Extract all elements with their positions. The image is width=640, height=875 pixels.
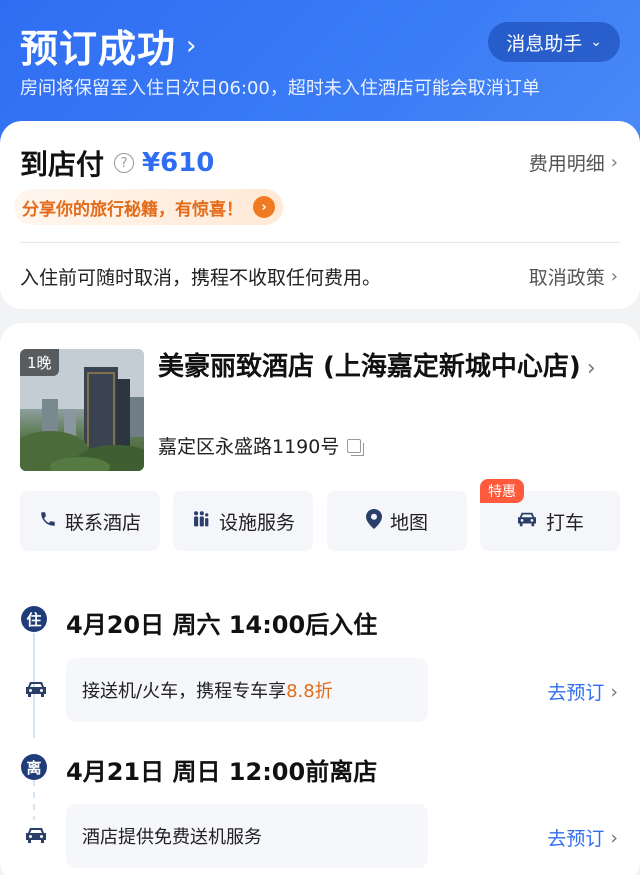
hotel-name: 美豪丽致酒店 (上海嘉定新城中心店) xyxy=(158,352,581,382)
hotel-image[interactable]: 1晚 xyxy=(20,349,144,471)
discount-highlight: 8.8折 xyxy=(286,681,333,702)
title-text: 预订成功 xyxy=(20,27,177,71)
share-banner[interactable]: 分享你的旅行秘籍，有惊喜！ › xyxy=(14,189,283,225)
chevron-right-icon: › xyxy=(610,266,618,287)
map-button[interactable]: 地图 xyxy=(327,491,467,551)
hotel-address[interactable]: 嘉定区永盛路1190号 xyxy=(158,432,365,459)
facility-icon xyxy=(191,510,211,533)
arrow-right-icon: › xyxy=(253,196,275,218)
hotel-name-link[interactable]: 美豪丽致酒店 (上海嘉定新城中心店) › xyxy=(158,348,598,388)
booking-success-title[interactable]: 预订成功 › xyxy=(20,18,197,73)
book-transfer-link[interactable]: 去预订 › xyxy=(547,678,618,705)
checkin-date: 4月20日 周六 14:00后入住 xyxy=(66,611,378,639)
address-text: 嘉定区永盛路1190号 xyxy=(158,436,340,458)
chevron-right-icon: › xyxy=(610,826,618,849)
taxi-button[interactable]: 特惠 打车 xyxy=(480,479,620,551)
checkin-marker: 住 xyxy=(21,606,47,632)
price: ¥610 xyxy=(142,148,215,178)
fee-details-link[interactable]: 费用明细 › xyxy=(529,149,618,176)
payment-summary: 到店付 ? ¥610 xyxy=(20,143,214,183)
map-pin-icon xyxy=(365,508,382,534)
payment-method: 到店付 xyxy=(20,148,105,181)
car-icon xyxy=(24,679,48,704)
copy-icon[interactable] xyxy=(347,438,365,456)
free-shuttle-info: 酒店提供免费送机服务 xyxy=(66,804,428,868)
facilities-button[interactable]: 设施服务 xyxy=(173,491,313,551)
book-shuttle-label: 去预订 xyxy=(547,828,605,850)
checkout-date: 4月21日 周日 12:00前离店 xyxy=(66,758,378,786)
map-label: 地图 xyxy=(389,511,428,534)
free-shuttle-text: 酒店提供免费送机服务 xyxy=(82,827,262,848)
special-offer-badge: 特惠 xyxy=(480,479,524,503)
chevron-right-icon: › xyxy=(610,680,618,703)
chevron-right-icon: › xyxy=(586,356,596,381)
message-assistant-button[interactable]: 消息助手 ⌄ xyxy=(488,22,620,62)
chevron-right-icon: › xyxy=(610,152,618,173)
payment-card: 到店付 ? ¥610 费用明细 › 分享你的旅行秘籍，有惊喜！ › 入住前可随时… xyxy=(0,121,640,309)
cancel-info: 入住前可随时取消，携程不收取任何费用。 xyxy=(20,267,382,289)
taxi-label: 打车 xyxy=(545,511,584,534)
book-shuttle-link[interactable]: 去预订 › xyxy=(547,824,618,851)
reservation-notice: 房间将保留至入住日次日06:00，超时未入住酒店可能会取消订单 xyxy=(20,78,540,99)
car-icon xyxy=(516,510,538,533)
help-icon[interactable]: ? xyxy=(114,153,135,173)
nights-badge: 1晚 xyxy=(20,349,59,376)
phone-icon xyxy=(39,510,57,533)
assistant-label: 消息助手 xyxy=(506,32,583,55)
book-transfer-label: 去预订 xyxy=(547,682,605,704)
divider xyxy=(20,242,620,243)
car-icon xyxy=(24,825,48,850)
chevron-down-icon: ⌄ xyxy=(590,34,602,50)
cancel-policy-link[interactable]: 取消政策 › xyxy=(529,263,618,290)
contact-hotel-button[interactable]: 联系酒店 xyxy=(20,491,160,551)
contact-hotel-label: 联系酒店 xyxy=(64,511,141,534)
checkout-marker: 离 xyxy=(21,754,47,780)
transfer-promo-text: 接送机/火车，携程专车享 xyxy=(82,681,287,702)
share-banner-text: 分享你的旅行秘籍，有惊喜！ xyxy=(22,199,243,220)
cancel-policy-label: 取消政策 xyxy=(528,267,605,289)
airport-transfer-promo: 接送机/火车，携程专车享 8.8折 xyxy=(66,658,428,722)
fee-details-label: 费用明细 xyxy=(528,153,605,175)
chevron-right-icon: › xyxy=(186,30,198,61)
facilities-label: 设施服务 xyxy=(218,511,295,534)
timeline-connector-dashed xyxy=(33,780,35,820)
